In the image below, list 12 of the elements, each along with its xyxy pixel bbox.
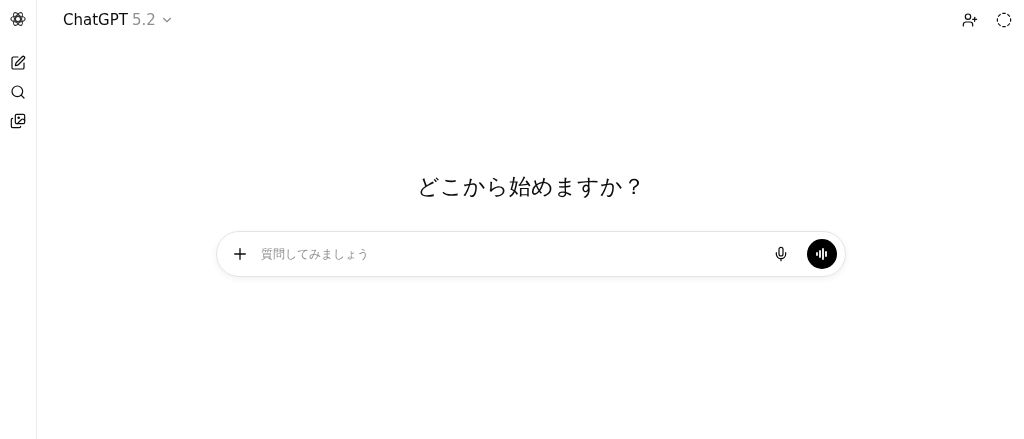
voice-mode-button[interactable] bbox=[806, 239, 837, 269]
search-icon[interactable] bbox=[10, 84, 26, 100]
logo-icon[interactable] bbox=[9, 10, 27, 28]
add-person-icon[interactable] bbox=[962, 12, 978, 28]
waveform-icon bbox=[814, 248, 829, 260]
welcome-heading: どこから始めますか？ bbox=[416, 173, 645, 201]
images-icon[interactable] bbox=[10, 113, 26, 129]
model-selector[interactable]: ChatGPT 5.2 bbox=[63, 8, 174, 32]
new-chat-icon[interactable] bbox=[10, 55, 26, 71]
message-input[interactable]: 質問してみましょう bbox=[260, 245, 761, 263]
model-version: 5.2 bbox=[131, 9, 156, 31]
model-name: ChatGPT bbox=[63, 9, 128, 31]
